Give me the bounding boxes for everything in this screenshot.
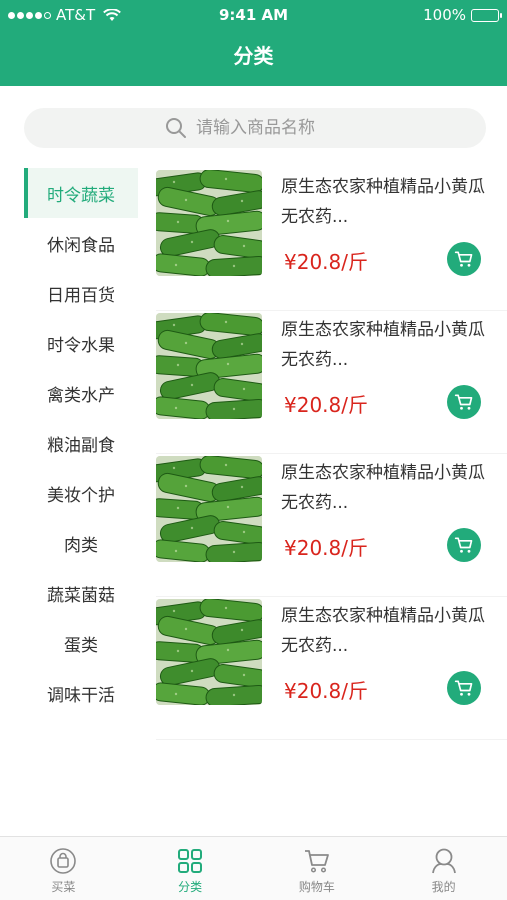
page-title: 分类 [233,44,274,68]
category-item[interactable]: 美妆个护 [24,468,138,518]
add-to-cart-button[interactable] [447,385,481,419]
category-item[interactable]: 调味干活 [24,668,138,718]
product-title[interactable]: 原生态农家种植精品小黄瓜无农药... [281,172,491,232]
category-item[interactable]: 时令蔬菜 [24,168,138,218]
add-to-cart-button[interactable] [447,242,481,276]
cart-icon [454,251,473,267]
category-item[interactable]: 肉类 [24,518,138,568]
category-item[interactable]: 休闲食品 [24,218,138,268]
shopping-bag-icon [50,848,77,874]
battery-percent: 100% [423,6,466,24]
search-icon [166,118,186,138]
search-input[interactable] [196,118,346,138]
tab-label: 分类 [178,880,203,894]
add-to-cart-button[interactable] [447,528,481,562]
add-to-cart-button[interactable] [447,671,481,705]
tab-label: 买菜 [51,880,76,894]
product-image[interactable] [156,313,262,419]
cart-icon [304,850,329,873]
tab-label: 购物车 [298,880,335,894]
product-title[interactable]: 原生态农家种植精品小黄瓜无农药... [281,458,491,518]
product-title[interactable]: 原生态农家种植精品小黄瓜无农药... [281,315,491,375]
product-price: ¥20.8/斤 [284,393,368,417]
category-item[interactable]: 时令水果 [24,318,138,368]
tab-bar: 买菜 分类 购物车 我的 [0,836,507,900]
battery-icon [471,8,502,22]
product-price: ¥20.8/斤 [284,679,368,703]
product-card[interactable]: 原生态农家种植精品小黄瓜无农药... ¥20.8/斤 [156,597,507,740]
cart-icon [454,394,473,410]
grid-icon [178,849,203,873]
product-image[interactable] [156,599,262,705]
product-list: 原生态农家种植精品小黄瓜无农药... ¥20.8/斤 原生态农家种植精品小黄瓜无农… [156,168,507,740]
category-item[interactable]: 禽类水产 [24,368,138,418]
tab-mine[interactable]: 我的 [380,837,507,900]
cart-icon [454,680,473,696]
tab-label: 我的 [431,880,456,894]
product-card[interactable]: 原生态农家种植精品小黄瓜无农药... ¥20.8/斤 [156,168,507,311]
status-right: 100% [423,6,502,24]
tab-cart[interactable]: 购物车 [254,837,381,900]
product-title[interactable]: 原生态农家种植精品小黄瓜无农药... [281,601,491,661]
product-image[interactable] [156,170,262,276]
category-item[interactable]: 蛋类 [24,618,138,668]
cart-icon [454,537,473,553]
app-header: AT&T 9:41 AM 100% 分类 [0,0,507,86]
search-bar[interactable] [24,108,486,148]
product-card[interactable]: 原生态农家种植精品小黄瓜无农药... ¥20.8/斤 [156,454,507,597]
product-image[interactable] [156,456,262,562]
user-icon [431,848,456,874]
status-bar: AT&T 9:41 AM 100% [0,0,507,30]
category-sidebar: 时令蔬菜 休闲食品 日用百货 时令水果 禽类水产 粮油副食 美妆个护 肉类 蔬菜菌菇 蛋类 调味干活 [24,168,138,718]
category-item[interactable]: 日用百货 [24,268,138,318]
category-item[interactable]: 蔬菜菌菇 [24,568,138,618]
category-item[interactable]: 粮油副食 [24,418,138,468]
product-price: ¥20.8/斤 [284,250,368,274]
tab-buy[interactable]: 买菜 [0,837,127,900]
product-price: ¥20.8/斤 [284,536,368,560]
product-card[interactable]: 原生态农家种植精品小黄瓜无农药... ¥20.8/斤 [156,311,507,454]
tab-category[interactable]: 分类 [127,837,254,900]
